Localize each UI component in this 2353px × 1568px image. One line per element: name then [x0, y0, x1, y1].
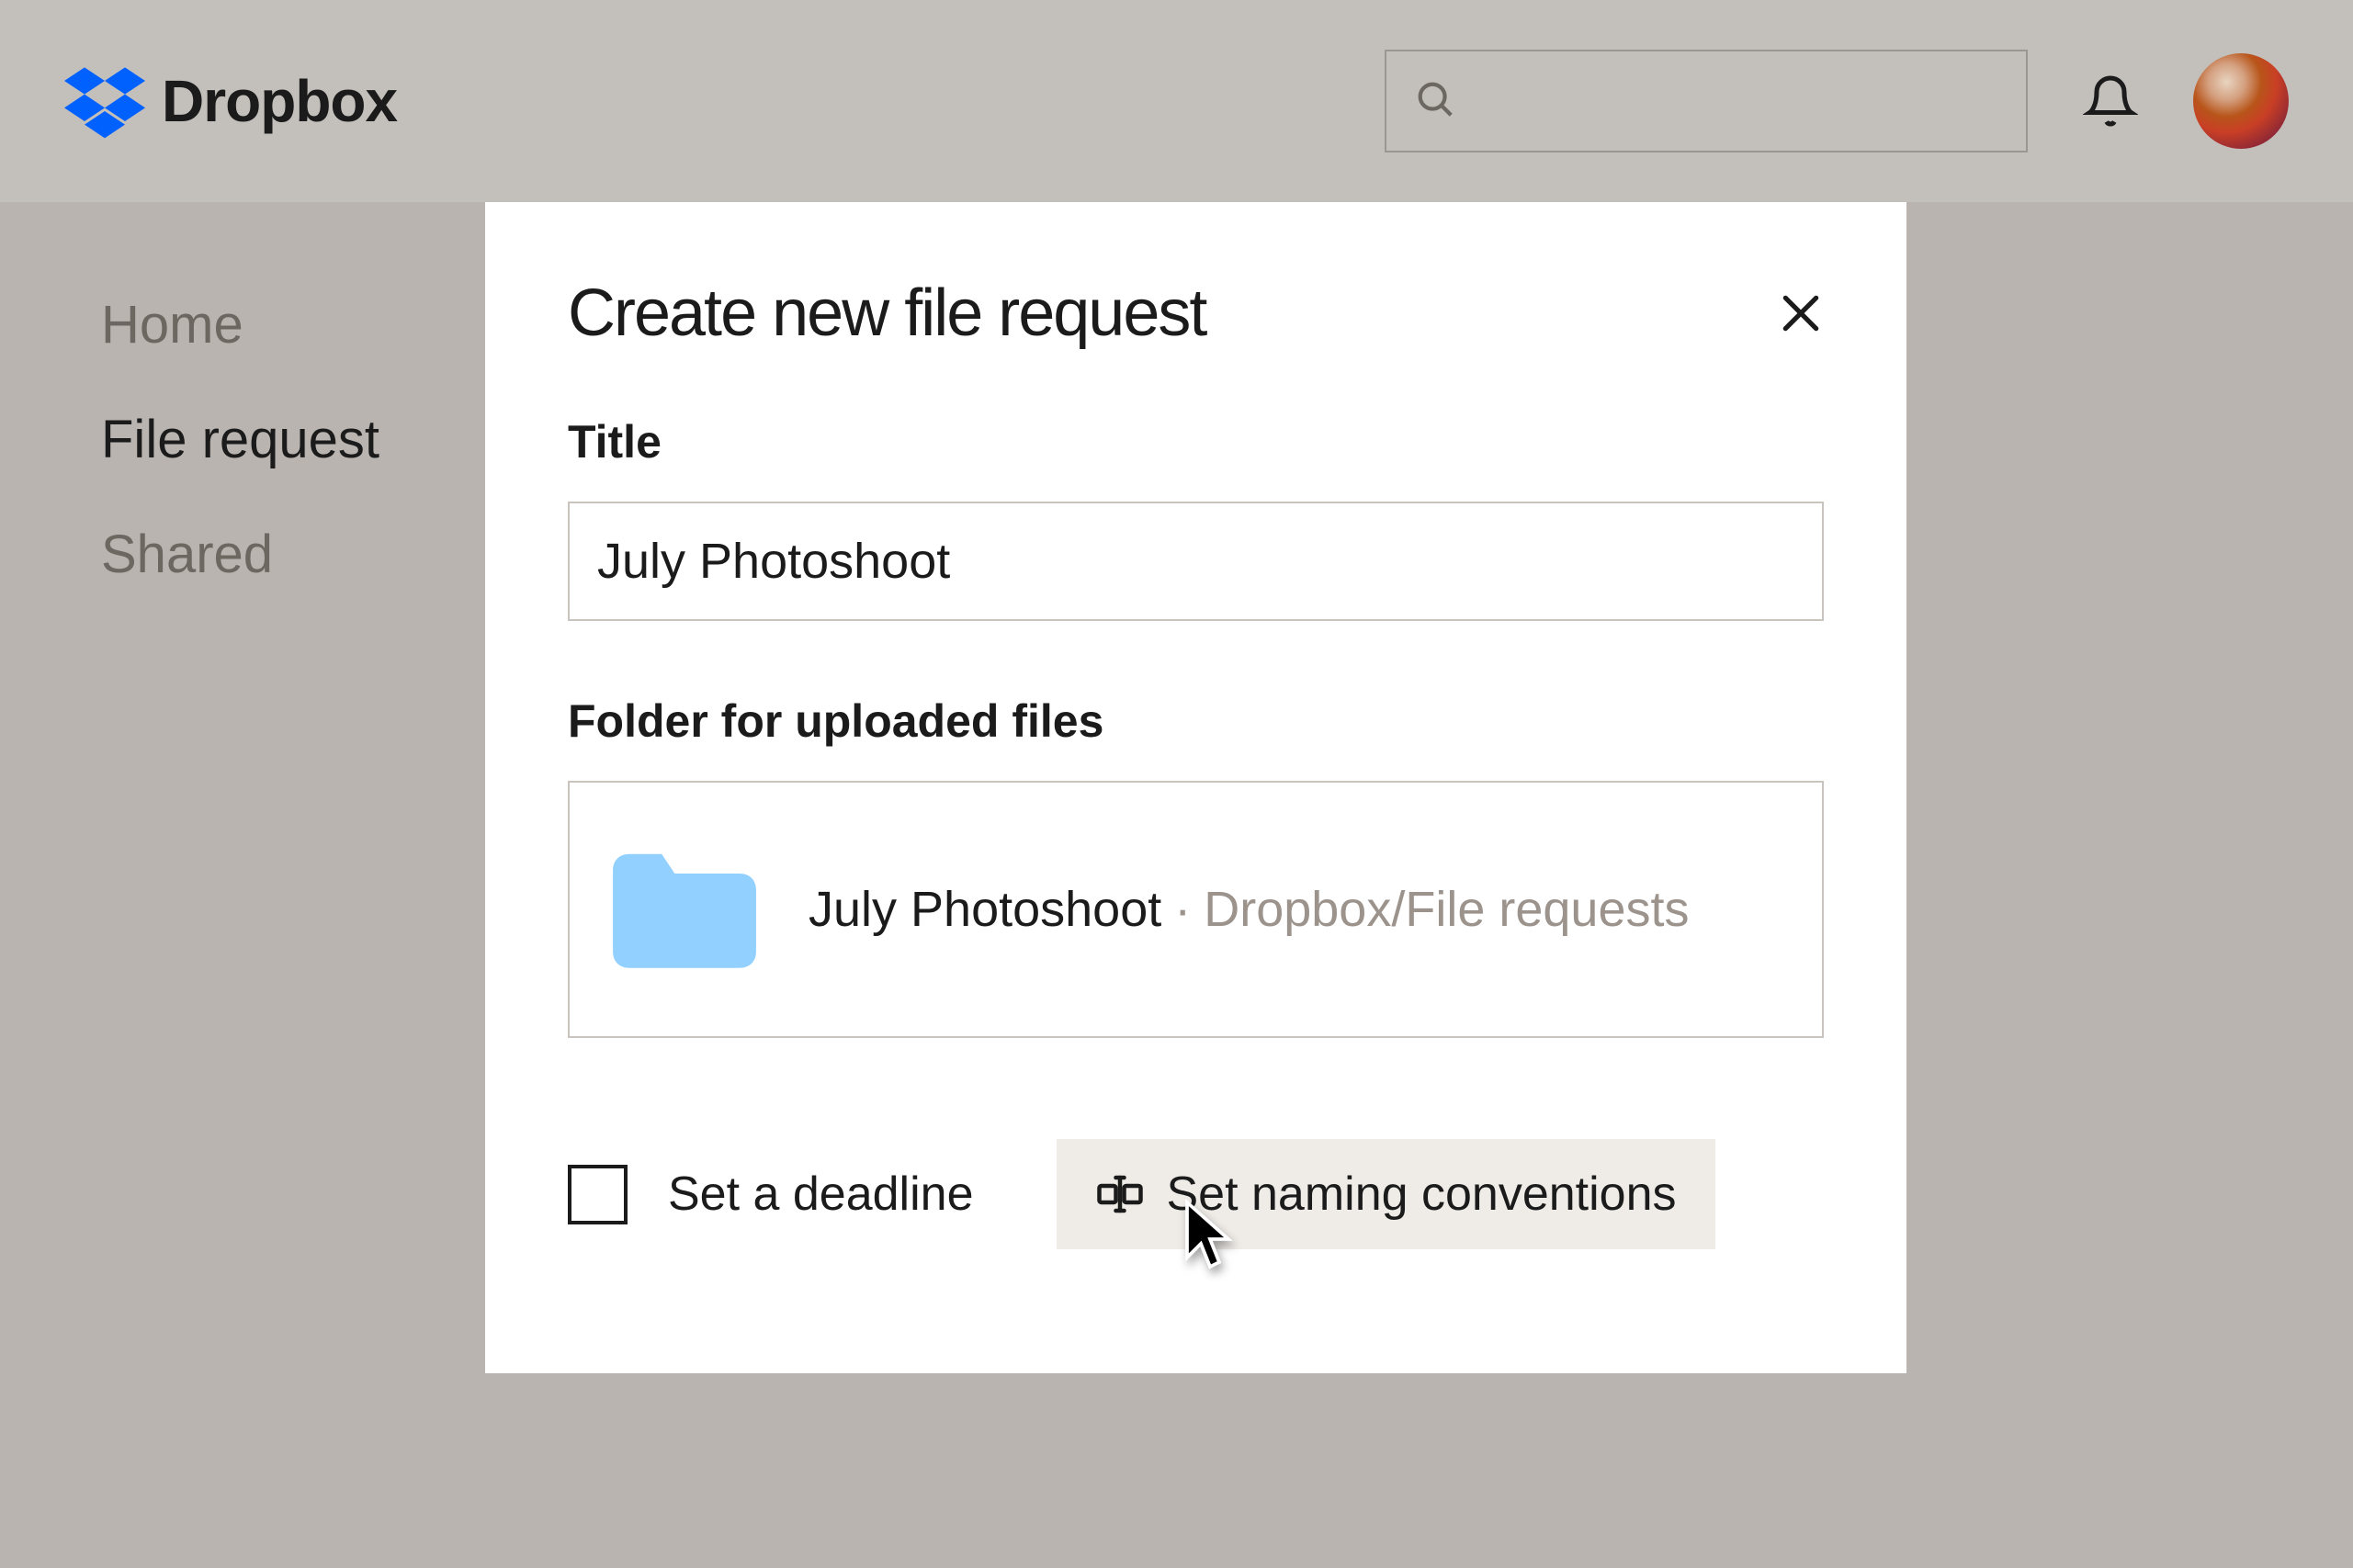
- dropbox-icon: [64, 61, 145, 141]
- sidebar-item-file-request[interactable]: File request: [101, 409, 379, 470]
- deadline-checkbox[interactable]: [568, 1165, 628, 1224]
- options-row: Set a deadline Set naming conventions: [568, 1139, 1824, 1249]
- close-icon: [1778, 290, 1824, 336]
- deadline-option[interactable]: Set a deadline: [568, 1165, 974, 1224]
- folder-icon: [606, 840, 763, 978]
- header-right: [1385, 50, 2289, 152]
- folder-name: July Photoshoot: [809, 881, 1161, 938]
- sidebar-item-home[interactable]: Home: [101, 294, 379, 355]
- folder-path: Dropbox/File requests: [1204, 881, 1689, 938]
- search-input[interactable]: [1385, 50, 2028, 152]
- bell-icon[interactable]: [2083, 73, 2138, 129]
- naming-conventions-button[interactable]: Set naming conventions: [1057, 1139, 1715, 1249]
- sidebar-item-shared[interactable]: Shared: [101, 524, 379, 585]
- naming-label: Set naming conventions: [1167, 1167, 1677, 1222]
- title-field-label: Title: [568, 415, 1824, 468]
- modal-title: Create new file request: [568, 276, 1205, 351]
- brand-logo[interactable]: Dropbox: [64, 61, 397, 141]
- text-cursor-icon: [1095, 1169, 1145, 1219]
- deadline-label: Set a deadline: [668, 1167, 974, 1222]
- folder-separator: ·: [1174, 881, 1191, 938]
- create-file-request-modal: Create new file request Title Folder for…: [485, 202, 1906, 1373]
- sidebar: Home File request Shared: [101, 294, 379, 585]
- avatar[interactable]: [2193, 53, 2289, 149]
- folder-selector[interactable]: July Photoshoot · Dropbox/File requests: [568, 781, 1824, 1038]
- search-icon: [1414, 78, 1456, 125]
- brand-name: Dropbox: [162, 67, 397, 135]
- app-header: Dropbox: [0, 0, 2353, 202]
- modal-header: Create new file request: [568, 276, 1824, 351]
- folder-field-label: Folder for uploaded files: [568, 694, 1824, 748]
- folder-path-text: July Photoshoot · Dropbox/File requests: [809, 881, 1689, 938]
- close-button[interactable]: [1778, 290, 1824, 336]
- title-input[interactable]: [568, 502, 1824, 621]
